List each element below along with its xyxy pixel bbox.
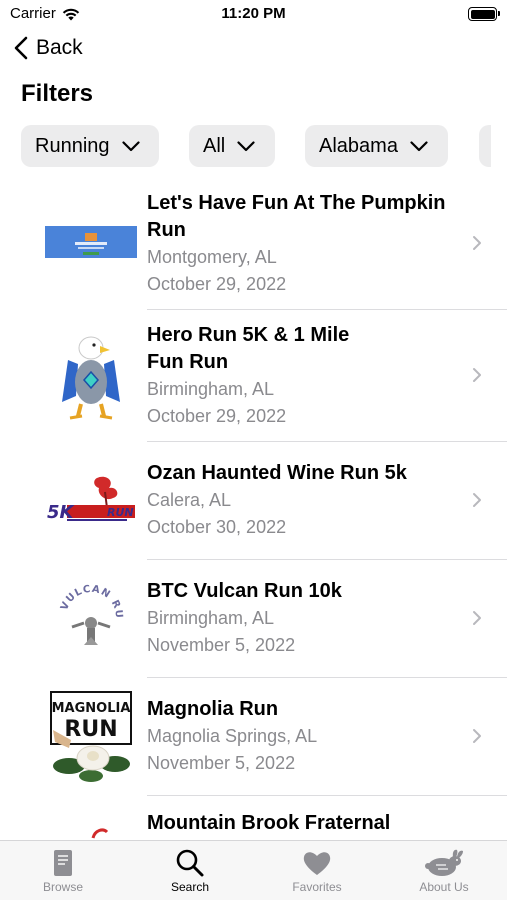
event-thumbnail: [44, 328, 138, 424]
event-thumbnail: VULCAN RUN: [44, 572, 138, 664]
chevron-right-icon: [473, 611, 481, 625]
event-date: November 5, 2022: [147, 635, 296, 655]
magnolia-text: MAGNOLIA: [52, 701, 131, 716]
list-item[interactable]: Mountain Brook Fraternal: [0, 796, 507, 840]
filters-title: Filters: [21, 80, 94, 107]
chevron-right-icon: [473, 368, 481, 382]
list-item[interactable]: MAGNOLIA RUN Magnolia Run Magnolia Sprin…: [0, 678, 507, 796]
chevron-left-icon: [14, 36, 28, 60]
event-title: BTC Vulcan Run 10k: [147, 580, 342, 602]
rabbit-icon: [425, 849, 463, 876]
list-item[interactable]: 5K RUN Ozan Haunted Wine Run 5k Calera, …: [0, 442, 507, 560]
magnolia-run-logo: MAGNOLIA RUN: [50, 691, 132, 782]
heart-icon: [303, 852, 331, 875]
filter-state-dropdown[interactable]: Alabama: [305, 125, 448, 167]
tab-browse-label: Browse: [42, 880, 83, 894]
search-icon: [176, 849, 204, 877]
event-title: Hero Run 5K & 1 Mile Fun Run: [147, 324, 350, 373]
filter-state-label: Alabama: [319, 134, 398, 157]
event-location: Calera, AL: [147, 490, 232, 510]
tab-search-label: Search: [170, 880, 210, 894]
magnolia-run-text: RUN: [64, 717, 117, 742]
back-button[interactable]: Back: [14, 36, 83, 60]
event-list: Let's Have Fun At The Pumpkin Run Montgo…: [0, 180, 507, 840]
tab-browse[interactable]: Browse: [0, 841, 126, 900]
ozan-run-text: RUN: [107, 506, 134, 519]
status-bar: Carrier 11:20 PM: [0, 0, 507, 30]
chevron-down-icon: [121, 140, 140, 151]
book-icon: [54, 850, 72, 876]
tab-bar: Browse Search Favorites About Us: [0, 840, 507, 900]
event-date: October 29, 2022: [147, 274, 287, 294]
event-title: Magnolia Run: [147, 698, 279, 720]
tab-search[interactable]: Search: [127, 841, 253, 900]
list-item[interactable]: VULCAN RUN BTC Vulcan Run 10k Birmingham…: [0, 560, 507, 678]
ozan-5k-logo: 5K RUN: [47, 476, 135, 523]
chevron-right-icon: [473, 236, 481, 250]
event-thumbnail: MAGNOLIA RUN: [44, 688, 138, 786]
event-date: October 29, 2022: [147, 406, 287, 426]
event-date: October 30, 2022: [147, 517, 287, 537]
event-title: Let's Have Fun At The Pumpkin Run: [147, 192, 446, 241]
filter-distance-label: All: [203, 134, 226, 157]
event-thumbnail: [44, 822, 138, 840]
vulcan-run-logo: VULCAN RUN: [56, 583, 124, 645]
list-item[interactable]: Let's Have Fun At The Pumpkin Run Montgo…: [0, 180, 507, 310]
event-location: Birmingham, AL: [147, 608, 275, 628]
filter-distance-dropdown[interactable]: All: [189, 125, 275, 167]
event-thumbnail: [44, 225, 138, 259]
event-location: Birmingham, AL: [147, 379, 275, 399]
event-date: November 5, 2022: [147, 753, 296, 773]
event-title: Ozan Haunted Wine Run 5k: [147, 462, 407, 484]
back-label: Back: [36, 36, 83, 59]
event-title: Mountain Brook Fraternal: [147, 812, 391, 834]
chevron-down-icon: [410, 140, 428, 151]
svg-text:VULCAN RUN: VULCAN RUN: [56, 583, 124, 619]
tab-about-us[interactable]: About Us: [381, 841, 507, 900]
event-thumbnail: 5K RUN: [44, 456, 138, 544]
filters-row: Running All Alabama: [0, 125, 507, 167]
vulcan-arc-text: VULCAN RUN: [56, 583, 123, 619]
event-location: Magnolia Springs, AL: [147, 726, 318, 746]
filter-more-dropdown[interactable]: [479, 125, 491, 167]
chevron-right-icon: [473, 729, 481, 743]
chevron-down-icon: [237, 140, 255, 151]
mountain-brook-logo: [91, 828, 109, 839]
pumpkin-run-logo: [45, 226, 137, 258]
chevron-right-icon: [473, 493, 481, 507]
list-item[interactable]: Hero Run 5K & 1 Mile Fun Run Birmingham,…: [0, 310, 507, 442]
filter-sport-dropdown[interactable]: Running: [21, 125, 159, 167]
battery-icon: [468, 7, 500, 21]
tab-favorites-label: Favorites: [292, 880, 342, 894]
eagle-hero-logo: [62, 336, 120, 420]
filter-sport-label: Running: [35, 134, 110, 157]
clock: 11:20 PM: [221, 5, 286, 22]
event-location: Montgomery, AL: [147, 247, 277, 267]
tab-favorites[interactable]: Favorites: [254, 841, 380, 900]
tab-about-us-label: About Us: [419, 880, 469, 894]
